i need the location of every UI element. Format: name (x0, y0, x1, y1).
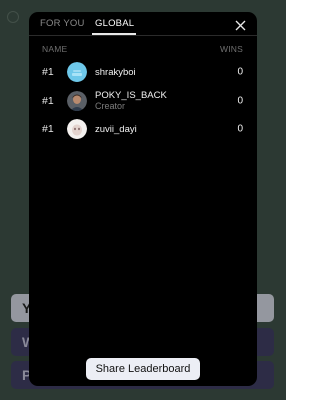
column-header-name: NAME (42, 44, 68, 54)
rank-label: #1 (42, 66, 54, 78)
active-tab-indicator (92, 33, 136, 35)
wins-count: 0 (237, 123, 243, 135)
photo-avatar (67, 91, 87, 111)
username: shrakyboi (95, 67, 136, 78)
tab-global[interactable]: GLOBAL (95, 18, 134, 29)
leaderboard-row[interactable]: #1 zuvii_dayi 0 (29, 118, 257, 140)
creator-label: Creator (95, 101, 126, 111)
column-header-wins: WINS (220, 44, 243, 54)
share-leaderboard-button[interactable]: Share Leaderboard (86, 358, 200, 380)
leaderboard-row[interactable]: #1 shrakyboi 0 (29, 61, 257, 83)
username: POKY_IS_BACK (95, 90, 167, 101)
app-screen: Y W P FOR YOU GLOBAL NAME WINS #1 (0, 0, 286, 400)
white-avatar (67, 119, 87, 139)
leaderboard-modal: FOR YOU GLOBAL NAME WINS #1 shrakyboi 0 … (29, 12, 257, 386)
leaderboard-tabs: FOR YOU GLOBAL (29, 12, 257, 36)
light-blue-avatar (67, 62, 87, 82)
wins-count: 0 (237, 95, 243, 107)
tab-for-you[interactable]: FOR YOU (40, 18, 85, 29)
close-icon (235, 20, 246, 31)
leaderboard-row[interactable]: #1 POKY_IS_BACK Creator 0 (29, 90, 257, 112)
wins-count: 0 (237, 66, 243, 78)
rank-label: #1 (42, 123, 54, 135)
username: zuvii_dayi (95, 124, 137, 135)
rank-label: #1 (42, 95, 54, 107)
close-button[interactable] (235, 18, 246, 31)
